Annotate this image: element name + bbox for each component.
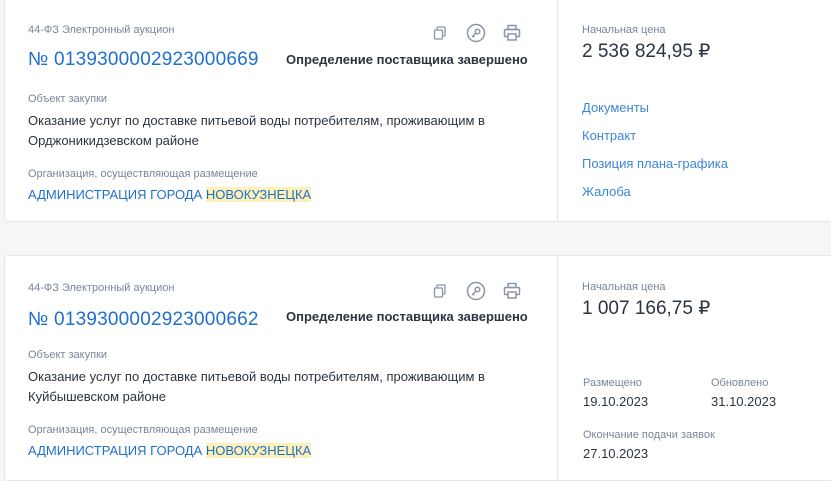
copy-icon[interactable]: [429, 22, 451, 44]
organization-label: Организация, осуществляющая размещение: [28, 424, 258, 436]
organization-name-link[interactable]: АДМИНИСТРАЦИЯ ГОРОДА НОВОКУЗНЕЦКА: [28, 187, 312, 202]
purchase-card-1: 44-ФЗ Электронный аукцион № 013930000292…: [4, 0, 831, 222]
purchase-number-link[interactable]: № 0139300002923000669: [28, 49, 259, 71]
print-icon[interactable]: [501, 22, 523, 44]
organization-name-part: АДМИНИСТРАЦИЯ ГОРОДА: [28, 443, 206, 458]
purchase-status: Определение поставщика завершено: [286, 52, 528, 67]
law-type: 44-ФЗ Электронный аукцион: [28, 24, 175, 36]
price-block: Начальная цена 2 536 824,95 ₽: [582, 24, 710, 63]
organization-name-highlight: НОВОКУЗНЕЦКА: [205, 187, 312, 202]
purchase-number-link[interactable]: № 0139300002923000662: [28, 309, 259, 331]
organization-label: Организация, осуществляющая размещение: [28, 168, 258, 180]
key-icon[interactable]: [465, 22, 487, 44]
deadline-date: 27.10.2023: [583, 446, 649, 461]
card-divider: [557, 256, 558, 480]
updated-date: 31.10.2023: [711, 394, 777, 409]
organization-name-link[interactable]: АДМИНИСТРАЦИЯ ГОРОДА НОВОКУЗНЕЦКА: [28, 443, 312, 458]
price-value: 1 007 166,75 ₽: [582, 298, 711, 319]
purchase-status: Определение поставщика завершено: [286, 309, 528, 324]
card-links: Документы Контракт Позиция плана-графика…: [582, 100, 728, 212]
plan-position-link[interactable]: Позиция плана-графика: [582, 156, 728, 184]
price-label: Начальная цена: [582, 24, 666, 36]
price-value: 2 536 824,95 ₽: [582, 41, 711, 62]
organization-name-part: АДМИНИСТРАЦИЯ ГОРОДА: [28, 187, 206, 202]
organization-name-highlight: НОВОКУЗНЕЦКА: [205, 443, 312, 458]
card-divider: [557, 0, 558, 221]
card-actions: [429, 22, 523, 44]
object-text: Оказание услуг по доставке питьевой воды…: [28, 113, 485, 148]
price-label: Начальная цена: [582, 281, 666, 293]
complaint-link[interactable]: Жалоба: [582, 184, 728, 212]
object-label: Объект закупки: [28, 93, 108, 105]
print-icon[interactable]: [501, 280, 523, 302]
deadline-label: Окончание подачи заявок: [583, 429, 715, 441]
documents-link[interactable]: Документы: [582, 100, 728, 128]
key-icon[interactable]: [465, 280, 487, 302]
object-label: Объект закупки: [28, 349, 108, 361]
card-actions: [429, 280, 523, 302]
placed-date: 19.10.2023: [583, 394, 649, 409]
contract-link[interactable]: Контракт: [582, 128, 728, 156]
price-block: Начальная цена 1 007 166,75 ₽: [582, 281, 710, 320]
law-type: 44-ФЗ Электронный аукцион: [28, 282, 175, 294]
purchase-card-2: 44-ФЗ Электронный аукцион № 013930000292…: [4, 255, 831, 481]
updated-label: Обновлено: [711, 377, 769, 389]
object-text: Оказание услуг по доставке питьевой воды…: [28, 369, 485, 404]
copy-icon[interactable]: [429, 280, 451, 302]
placed-label: Размещено: [583, 377, 642, 389]
